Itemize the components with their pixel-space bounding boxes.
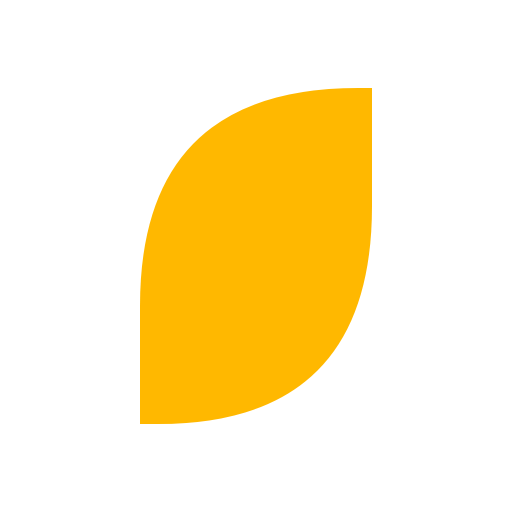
leaf-shape — [140, 88, 372, 424]
leaf-icon — [140, 88, 372, 424]
icon-canvas — [0, 0, 512, 512]
